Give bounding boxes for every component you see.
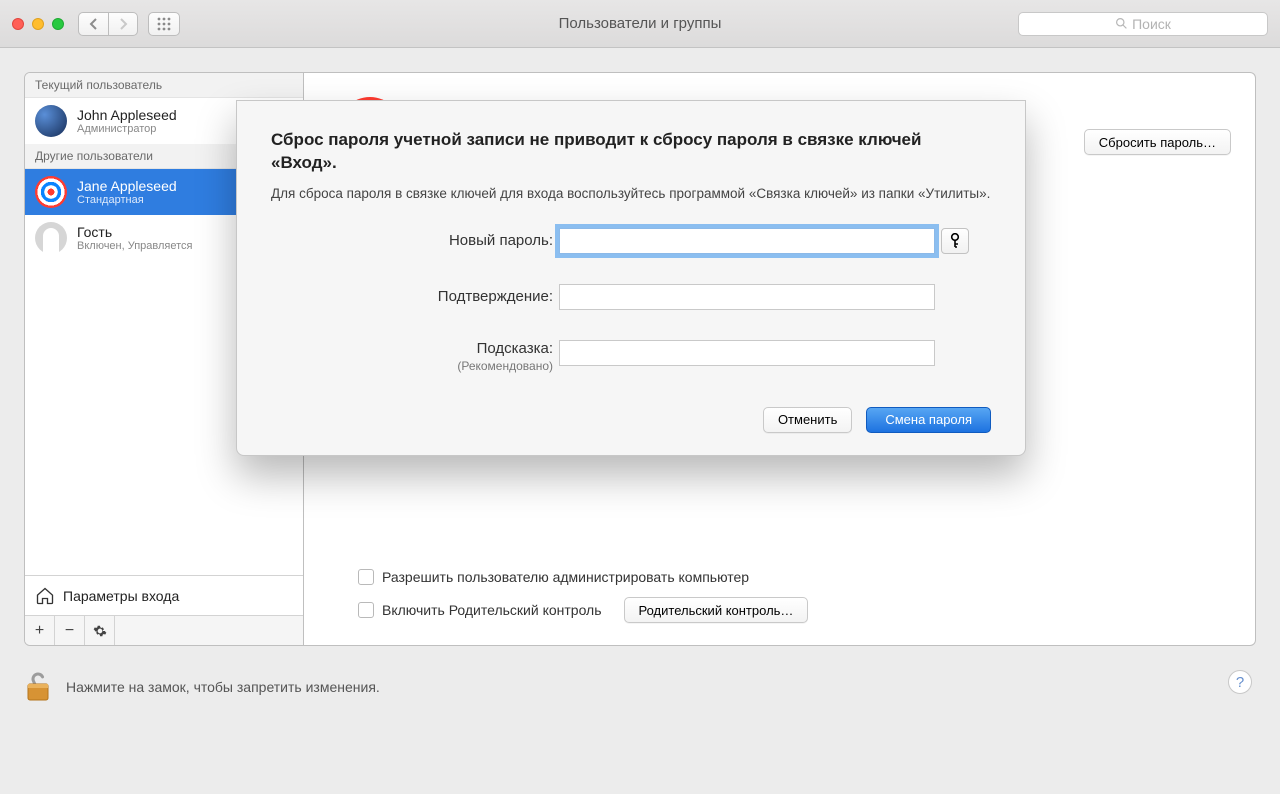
user-role: Администратор — [77, 123, 177, 135]
allow-admin-checkbox[interactable] — [358, 569, 374, 585]
forward-button[interactable] — [108, 12, 138, 36]
show-all-prefs-button[interactable] — [148, 12, 180, 36]
search-icon — [1115, 17, 1128, 30]
user-role: Включен, Управляется — [77, 240, 193, 252]
section-current-user: Текущий пользователь — [25, 73, 303, 98]
new-password-label: Новый пароль: — [271, 232, 559, 249]
user-name: Jane Appleseed — [77, 178, 177, 194]
confirm-password-label: Подтверждение: — [271, 288, 559, 305]
hint-sublabel: (Рекомендовано) — [271, 359, 553, 373]
confirm-password-input[interactable] — [559, 284, 935, 310]
minimize-window-button[interactable] — [32, 18, 44, 30]
add-user-button[interactable]: + — [25, 616, 55, 645]
open-parental-control-button[interactable]: Родительский контроль… — [624, 597, 809, 623]
cancel-button[interactable]: Отменить — [763, 407, 852, 433]
avatar-icon — [35, 105, 67, 137]
login-options[interactable]: Параметры входа — [25, 575, 303, 615]
user-name: Гость — [77, 224, 193, 240]
gear-icon — [93, 624, 107, 638]
change-password-button[interactable]: Смена пароля — [866, 407, 991, 433]
allow-admin-label: Разрешить пользователю администрировать … — [382, 569, 749, 585]
user-name: John Appleseed — [77, 107, 177, 123]
lock-text: Нажмите на замок, чтобы запретить измене… — [66, 679, 380, 695]
search-placeholder: Поиск — [1132, 16, 1171, 32]
parental-control-label: Включить Родительский контроль — [382, 602, 602, 618]
reset-password-button[interactable]: Сбросить пароль… — [1084, 129, 1231, 155]
unlock-icon[interactable] — [24, 670, 52, 704]
user-role: Стандартная — [77, 194, 177, 206]
sheet-description: Для сброса пароля в связке ключей для вх… — [271, 185, 991, 204]
hint-input[interactable] — [559, 340, 935, 366]
new-password-input[interactable] — [559, 228, 935, 254]
help-button[interactable]: ? — [1228, 670, 1252, 694]
back-button[interactable] — [78, 12, 108, 36]
parental-control-checkbox[interactable] — [358, 602, 374, 618]
home-icon — [35, 586, 55, 606]
remove-user-button[interactable]: − — [55, 616, 85, 645]
password-assistant-button[interactable] — [941, 228, 969, 254]
reset-password-sheet: Сброс пароля учетной записи не приводит … — [236, 100, 1026, 456]
login-options-label: Параметры входа — [63, 588, 179, 604]
user-actions-menu[interactable] — [85, 616, 115, 645]
key-icon — [949, 233, 961, 249]
sheet-title: Сброс пароля учетной записи не приводит … — [271, 129, 991, 175]
search-field[interactable]: Поиск — [1018, 12, 1268, 36]
avatar-icon — [35, 176, 67, 208]
window-titlebar: Пользователи и группы Поиск — [0, 0, 1280, 48]
close-window-button[interactable] — [12, 18, 24, 30]
avatar-icon — [35, 222, 67, 254]
zoom-window-button[interactable] — [52, 18, 64, 30]
hint-label: Подсказка: — [477, 340, 553, 357]
